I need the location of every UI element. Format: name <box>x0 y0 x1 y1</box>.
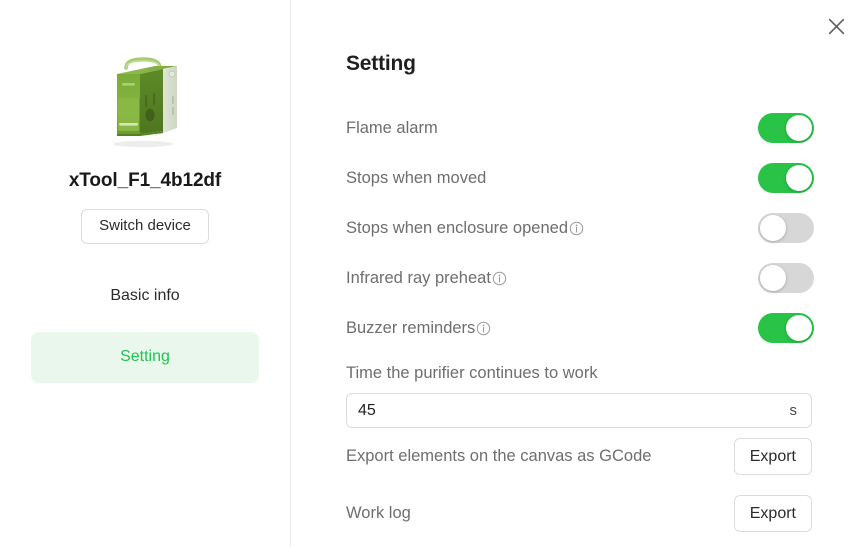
setting-label-infrared-ray-preheat: Infrared ray preheat <box>346 269 507 288</box>
toggle-knob <box>760 215 786 241</box>
toggle-stops-when-moved[interactable] <box>758 163 814 193</box>
purifier-time-input-wrap[interactable]: s <box>346 393 812 428</box>
setting-label-flame-alarm: Flame alarm <box>346 119 438 138</box>
setting-label-stops-when-enclosure-opened: Stops when enclosure opened <box>346 219 584 238</box>
setting-row-buzzer-reminders: Buzzer reminders <box>346 303 814 353</box>
setting-label-text: Stops when moved <box>346 168 487 187</box>
setting-row-stops-when-enclosure-opened: Stops when enclosure opened <box>346 203 814 253</box>
switch-device-button[interactable]: Switch device <box>81 209 209 244</box>
close-icon <box>828 18 845 35</box>
toggle-infrared-ray-preheat[interactable] <box>758 263 814 293</box>
toggle-knob <box>786 165 812 191</box>
toggle-flame-alarm[interactable] <box>758 113 814 143</box>
setting-panel: Setting Flame alarm Stops when moved Sto… <box>291 0 864 547</box>
purifier-time-unit: s <box>789 402 798 419</box>
setting-label-text: Infrared ray preheat <box>346 268 491 287</box>
info-icon[interactable] <box>569 221 584 236</box>
toggle-knob <box>786 315 812 341</box>
setting-label-text: Stops when enclosure opened <box>346 218 568 237</box>
setting-row-flame-alarm: Flame alarm <box>346 103 814 153</box>
sidebar-item-setting[interactable]: Setting <box>31 331 259 383</box>
info-icon[interactable] <box>476 321 491 336</box>
export-row-gcode: Export elements on the canvas as GCode E… <box>346 428 812 485</box>
setting-row-infrared-ray-preheat: Infrared ray preheat <box>346 253 814 303</box>
sidebar-nav: Basic info Setting <box>0 271 290 383</box>
export-gcode-label: Export elements on the canvas as GCode <box>346 447 652 465</box>
close-button[interactable] <box>822 12 850 40</box>
sidebar-item-basic-info[interactable]: Basic info <box>31 271 259 322</box>
work-log-export-button[interactable]: Export <box>733 494 812 533</box>
device-settings-dialog: xTool_F1_4b12df Switch device Basic info… <box>0 0 864 547</box>
setting-label-stops-when-moved: Stops when moved <box>346 169 486 188</box>
setting-label-buzzer-reminders: Buzzer reminders <box>346 319 491 338</box>
device-name: xTool_F1_4b12df <box>68 170 222 191</box>
page-title: Setting <box>346 52 416 75</box>
export-gcode-button[interactable]: Export <box>733 437 812 476</box>
toggle-knob <box>786 115 812 141</box>
setting-row-stops-when-moved: Stops when moved <box>346 153 814 203</box>
toggle-buzzer-reminders[interactable] <box>758 313 814 343</box>
device-sidebar: xTool_F1_4b12df Switch device Basic info… <box>0 0 291 547</box>
setting-label-text: Flame alarm <box>346 118 438 137</box>
xtool-f1-device-image <box>93 52 197 156</box>
toggle-stops-when-enclosure-opened[interactable] <box>758 213 814 243</box>
purifier-time-label: Time the purifier continues to work <box>346 364 598 382</box>
setting-label-text: Buzzer reminders <box>346 318 476 337</box>
purifier-time-field-block: Time the purifier continues to work s <box>346 364 814 428</box>
info-icon[interactable] <box>492 271 507 286</box>
work-log-label: Work log <box>346 504 411 522</box>
export-row-work-log: Work log Export <box>346 485 812 542</box>
purifier-time-input[interactable] <box>358 401 782 420</box>
toggle-knob <box>760 265 786 291</box>
